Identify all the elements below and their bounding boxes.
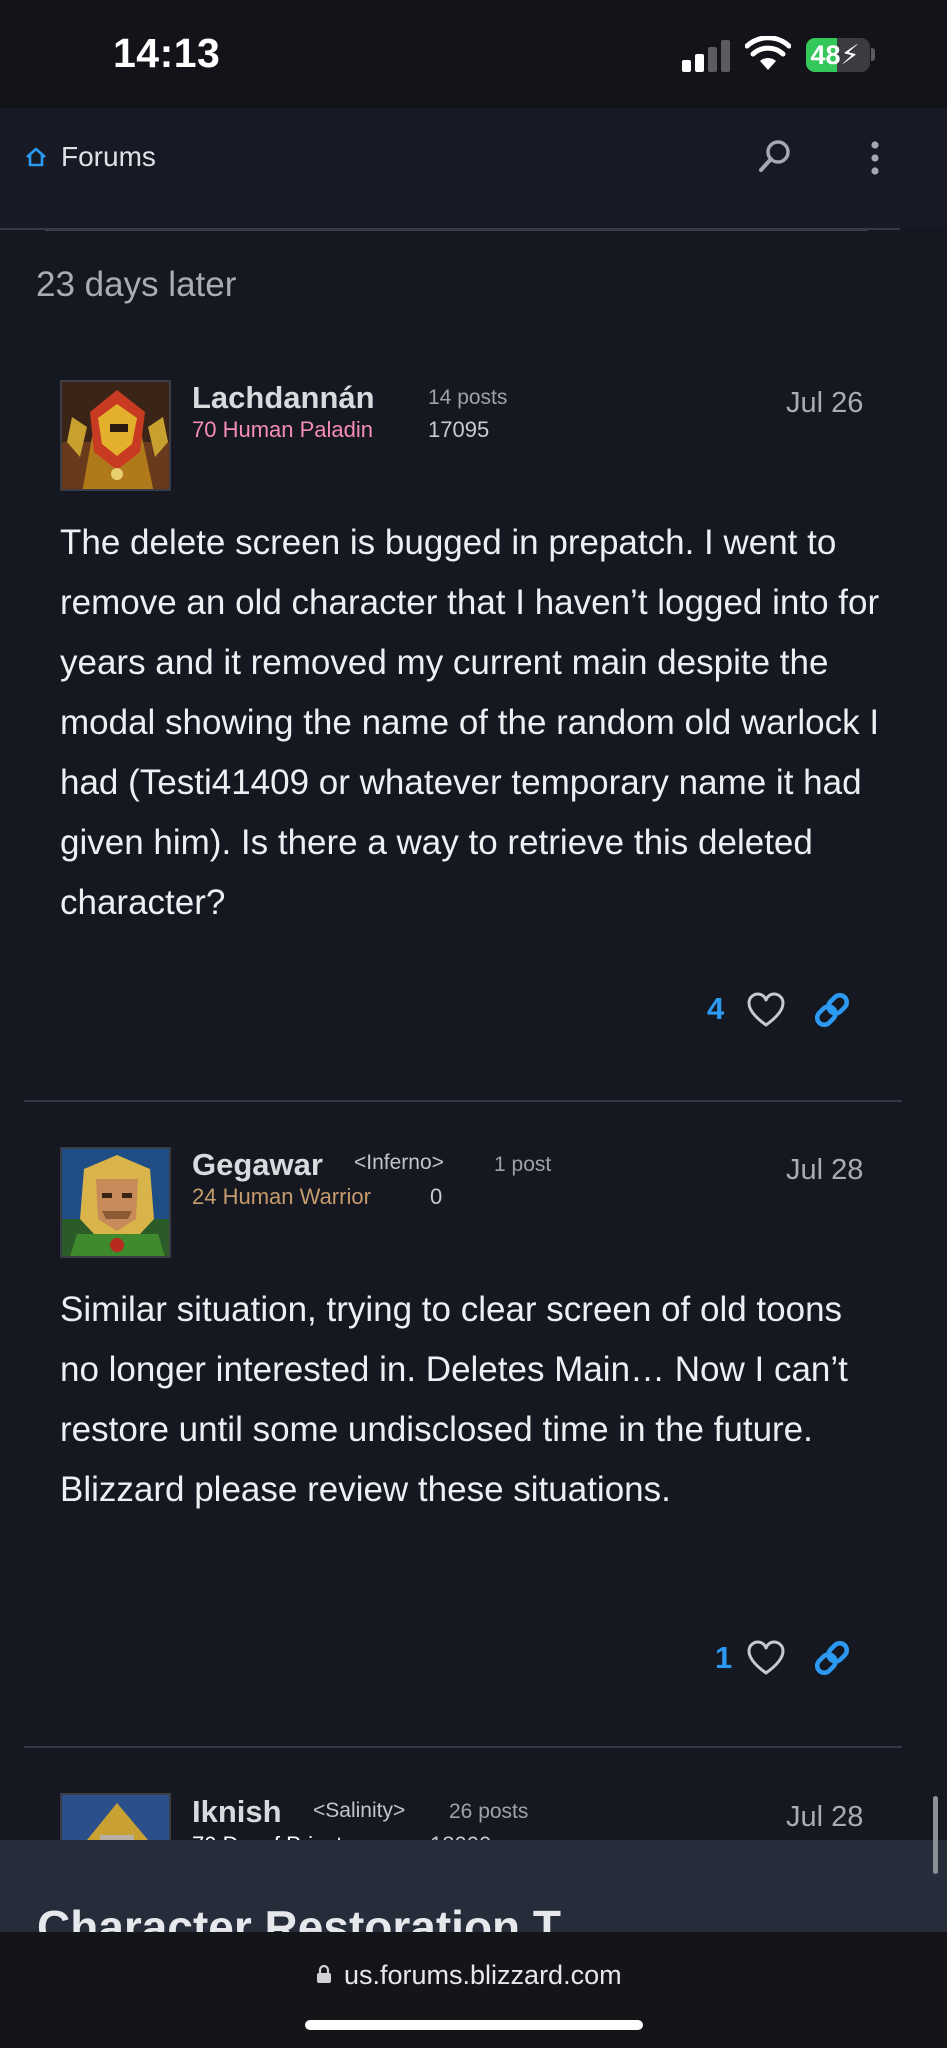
post-body: The delete screen is bugged in prepatch.… <box>60 523 880 922</box>
post-username[interactable]: Lachdannán <box>192 380 375 416</box>
forums-home-link[interactable]: Forums <box>61 141 156 173</box>
lock-icon <box>317 1964 331 1983</box>
avatar[interactable] <box>60 380 171 491</box>
post-date[interactable]: Jul 28 <box>786 1801 863 1834</box>
guild-name: <Inferno> <box>354 1151 444 1174</box>
heart-icon[interactable] <box>747 992 785 1028</box>
home-indicator[interactable] <box>305 2020 643 2030</box>
link-icon[interactable] <box>812 1638 852 1678</box>
time-gap-label: 23 days later <box>36 265 237 304</box>
search-icon[interactable] <box>756 137 794 175</box>
battery-icon: 48⚡ <box>806 38 870 72</box>
paladin-avatar-image <box>62 382 169 489</box>
achievement-points: 18000 <box>430 1832 491 1840</box>
warrior-avatar-image <box>62 1149 169 1256</box>
post-body: Similar situation, trying to clear scree… <box>60 1290 848 1509</box>
post-count: 1 post <box>494 1153 552 1176</box>
post-date[interactable]: Jul 26 <box>786 387 863 420</box>
status-bar: 14:13 48⚡ <box>0 0 947 108</box>
avatar[interactable] <box>60 1147 171 1258</box>
battery-percent: 48 <box>810 40 841 70</box>
character-class: 70 Human Paladin <box>192 417 374 442</box>
topic-title[interactable]: Character Restoration T <box>37 1900 561 1932</box>
achievement-points: 0 <box>430 1184 443 1209</box>
cellular-signal-icon <box>682 38 732 72</box>
character-class: 24 Human Warrior <box>192 1184 371 1209</box>
heart-icon[interactable] <box>747 1640 785 1676</box>
post-divider <box>24 1746 902 1748</box>
post-divider <box>24 1100 902 1102</box>
link-icon[interactable] <box>812 990 852 1030</box>
url-text[interactable]: us.forums.blizzard.com <box>344 1960 622 1991</box>
achievement-points: 17095 <box>428 417 490 442</box>
scrollbar[interactable] <box>933 1796 938 1874</box>
post-username[interactable]: Iknish <box>192 1794 282 1830</box>
charging-bolt-icon: ⚡ <box>840 40 860 70</box>
post-count: 14 posts <box>428 386 508 409</box>
post-count: 26 posts <box>449 1800 529 1823</box>
like-count: 4 <box>707 991 725 1026</box>
character-class-clipped: 70 Dwarf Priest 18000 <box>192 1832 492 1840</box>
character-class: 70 Dwarf Priest <box>192 1832 342 1840</box>
priest-avatar-image <box>62 1795 169 1840</box>
post-username[interactable]: Gegawar <box>192 1147 323 1183</box>
topic-divider <box>0 228 900 230</box>
wifi-icon <box>745 36 791 70</box>
battery-nub <box>871 48 875 61</box>
home-icon[interactable] <box>24 146 48 168</box>
more-options-icon[interactable] <box>869 140 881 176</box>
like-count: 1 <box>715 1640 733 1675</box>
guild-name: <Salinity> <box>313 1799 406 1822</box>
status-time: 14:13 <box>113 30 221 76</box>
post-date[interactable]: Jul 28 <box>786 1154 863 1187</box>
avatar[interactable] <box>60 1793 171 1840</box>
